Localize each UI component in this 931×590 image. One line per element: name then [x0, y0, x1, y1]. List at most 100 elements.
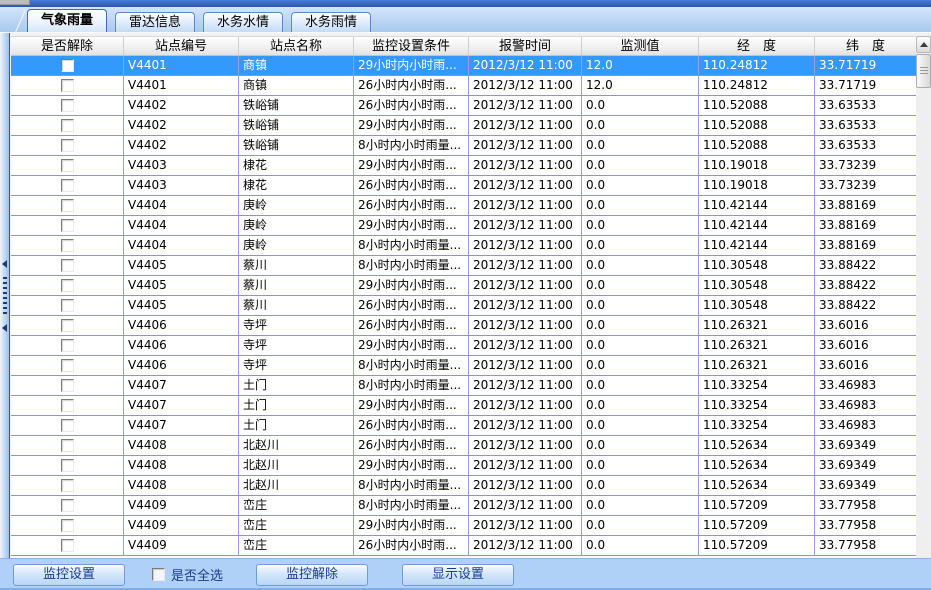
collapse-arrow-icon[interactable]	[2, 260, 7, 268]
table-row[interactable]: V4407 土门 29小时内小时雨... 2012/3/12 11:00 0.0…	[11, 396, 916, 416]
vertical-scrollbar[interactable]	[916, 36, 931, 558]
cell-longitude: 110.26321	[699, 316, 815, 335]
table-row[interactable]: V4405 蔡川 26小时内小时雨... 2012/3/12 11:00 0.0…	[11, 296, 916, 316]
footer-toolbar: 监控设置 是否全选 监控解除 显示设置	[0, 558, 931, 590]
table-row[interactable]: V4405 蔡川 8小时内小时雨量... 2012/3/12 11:00 0.0…	[11, 256, 916, 276]
row-checkbox-cell	[11, 396, 124, 415]
cell-latitude: 33.6016	[815, 356, 916, 375]
table-row[interactable]: V4405 蔡川 29小时内小时雨... 2012/3/12 11:00 0.0…	[11, 276, 916, 296]
row-checkbox[interactable]	[61, 339, 74, 352]
row-checkbox[interactable]	[61, 439, 74, 452]
row-checkbox[interactable]	[61, 119, 74, 132]
row-checkbox[interactable]	[61, 239, 74, 252]
cell-condition: 26小时内小时雨...	[354, 296, 469, 315]
row-checkbox-cell	[11, 496, 124, 515]
table-row[interactable]: V4409 峦庄 8小时内小时雨量... 2012/3/12 11:00 0.0…	[11, 496, 916, 516]
monitor-settings-button[interactable]: 监控设置	[13, 564, 125, 586]
row-checkbox[interactable]	[61, 139, 74, 152]
header-station-name[interactable]: 站点名称	[239, 37, 354, 55]
cell-station-id: V4406	[124, 316, 239, 335]
monitor-release-button[interactable]: 监控解除	[256, 564, 368, 586]
table-row[interactable]: V4401 商镇 29小时内小时雨... 2012/3/12 11:00 12.…	[11, 56, 916, 76]
table-row[interactable]: V4406 寺坪 8小时内小时雨量... 2012/3/12 11:00 0.0…	[11, 356, 916, 376]
cell-condition: 26小时内小时雨...	[354, 76, 469, 95]
row-checkbox[interactable]	[61, 399, 74, 412]
cell-latitude: 33.88422	[815, 256, 916, 275]
row-checkbox[interactable]	[61, 279, 74, 292]
row-checkbox[interactable]	[61, 99, 74, 112]
row-checkbox[interactable]	[61, 379, 74, 392]
row-checkbox[interactable]	[61, 259, 74, 272]
splitter-drag-handle-icon[interactable]	[3, 277, 7, 315]
tab-water-regime[interactable]: 水务水情	[203, 12, 283, 32]
cell-value: 0.0	[582, 396, 699, 415]
cell-latitude: 33.77958	[815, 536, 916, 555]
row-checkbox[interactable]	[61, 419, 74, 432]
table-row[interactable]: V4409 峦庄 29小时内小时雨... 2012/3/12 11:00 0.0…	[11, 516, 916, 536]
table-row[interactable]: V4403 棣花 26小时内小时雨... 2012/3/12 11:00 0.0…	[11, 176, 916, 196]
row-checkbox[interactable]	[61, 499, 74, 512]
row-checkbox[interactable]	[61, 519, 74, 532]
table-row[interactable]: V4402 铁峪铺 29小时内小时雨... 2012/3/12 11:00 0.…	[11, 116, 916, 136]
table-row[interactable]: V4404 庚岭 8小时内小时雨量... 2012/3/12 11:00 0.0…	[11, 236, 916, 256]
table-row[interactable]: V4409 峦庄 26小时内小时雨... 2012/3/12 11:00 0.0…	[11, 536, 916, 556]
table-row[interactable]: V4408 北赵川 8小时内小时雨量... 2012/3/12 11:00 0.…	[11, 476, 916, 496]
row-checkbox[interactable]	[61, 299, 74, 312]
header-condition[interactable]: 监控设置条件	[354, 37, 469, 55]
header-latitude[interactable]: 纬 度	[815, 37, 916, 55]
row-checkbox[interactable]	[61, 179, 74, 192]
header-station-id[interactable]: 站点编号	[124, 37, 239, 55]
table-row[interactable]: V4408 北赵川 29小时内小时雨... 2012/3/12 11:00 0.…	[11, 456, 916, 476]
cell-station-id: V4403	[124, 156, 239, 175]
scroll-thumb[interactable]	[916, 54, 931, 88]
row-checkbox[interactable]	[61, 159, 74, 172]
cell-station-id: V4408	[124, 456, 239, 475]
table-row[interactable]: V4407 土门 8小时内小时雨量... 2012/3/12 11:00 0.0…	[11, 376, 916, 396]
table-row[interactable]: V4406 寺坪 26小时内小时雨... 2012/3/12 11:00 0.0…	[11, 316, 916, 336]
cell-station-name: 寺坪	[239, 336, 354, 355]
left-splitter[interactable]	[0, 33, 10, 558]
header-longitude[interactable]: 经 度	[699, 37, 815, 55]
row-checkbox[interactable]	[61, 319, 74, 332]
table-row[interactable]: V4403 棣花 29小时内小时雨... 2012/3/12 11:00 0.0…	[11, 156, 916, 176]
cell-condition: 8小时内小时雨量...	[354, 496, 469, 515]
row-checkbox[interactable]	[61, 539, 74, 552]
row-checkbox-cell	[11, 196, 124, 215]
row-checkbox-cell	[11, 436, 124, 455]
tab-water-rainfall[interactable]: 水务雨情	[291, 12, 371, 32]
scroll-up-button[interactable]	[916, 36, 931, 53]
table-row[interactable]: V4404 庚岭 29小时内小时雨... 2012/3/12 11:00 0.0…	[11, 216, 916, 236]
row-checkbox-cell	[11, 116, 124, 135]
row-checkbox[interactable]	[61, 59, 74, 72]
row-checkbox[interactable]	[61, 79, 74, 92]
row-checkbox[interactable]	[61, 359, 74, 372]
collapse-arrow-icon[interactable]	[2, 324, 7, 332]
tab-meteorological-rainfall[interactable]: 气象雨量	[27, 9, 107, 32]
cell-value: 0.0	[582, 356, 699, 375]
cell-condition: 29小时内小时雨...	[354, 516, 469, 535]
table-row[interactable]: V4402 铁峪铺 8小时内小时雨量... 2012/3/12 11:00 0.…	[11, 136, 916, 156]
cell-value: 0.0	[582, 336, 699, 355]
select-all-checkbox[interactable]	[152, 568, 165, 581]
table-row[interactable]: V4401 商镇 26小时内小时雨... 2012/3/12 11:00 12.…	[11, 76, 916, 96]
row-checkbox[interactable]	[61, 479, 74, 492]
cell-longitude: 110.57209	[699, 496, 815, 515]
row-checkbox[interactable]	[61, 459, 74, 472]
table-row[interactable]: V4407 土门 26小时内小时雨... 2012/3/12 11:00 0.0…	[11, 416, 916, 436]
row-checkbox[interactable]	[61, 219, 74, 232]
tab-radar-info[interactable]: 雷达信息	[115, 12, 195, 32]
cell-condition: 8小时内小时雨量...	[354, 256, 469, 275]
row-checkbox[interactable]	[61, 199, 74, 212]
cell-longitude: 110.24812	[699, 76, 815, 95]
cell-alarm-time: 2012/3/12 11:00	[469, 156, 582, 175]
table-row[interactable]: V4408 北赵川 26小时内小时雨... 2012/3/12 11:00 0.…	[11, 436, 916, 456]
cell-station-id: V4405	[124, 256, 239, 275]
display-settings-button[interactable]: 显示设置	[402, 564, 514, 586]
header-clear-flag[interactable]: 是否解除	[11, 37, 124, 55]
cell-latitude: 33.88422	[815, 276, 916, 295]
table-row[interactable]: V4404 庚岭 26小时内小时雨... 2012/3/12 11:00 0.0…	[11, 196, 916, 216]
header-alarm-time[interactable]: 报警时间	[469, 37, 582, 55]
table-row[interactable]: V4402 铁峪铺 26小时内小时雨... 2012/3/12 11:00 0.…	[11, 96, 916, 116]
table-row[interactable]: V4406 寺坪 29小时内小时雨... 2012/3/12 11:00 0.0…	[11, 336, 916, 356]
header-value[interactable]: 监测值	[582, 37, 699, 55]
